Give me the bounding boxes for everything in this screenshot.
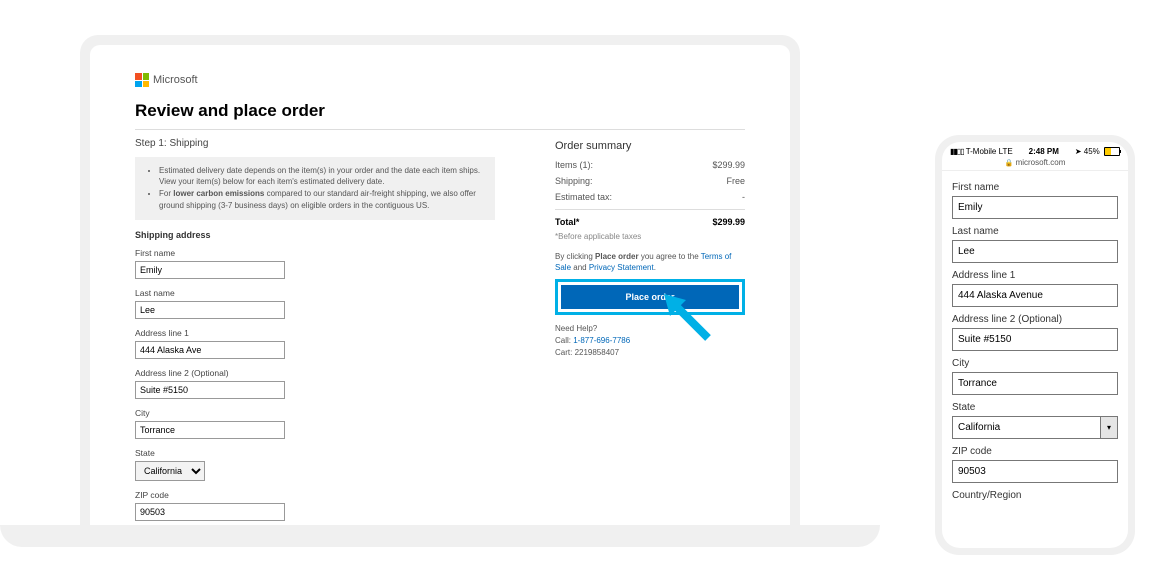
place-order-button[interactable]: Place order <box>561 285 739 309</box>
total-label: Total* <box>555 217 579 227</box>
m-state-dropdown-button[interactable]: ▾ <box>1100 416 1118 439</box>
m-first-name-label: First name <box>952 182 1118 193</box>
ship-label: Shipping: <box>555 176 593 186</box>
help-cart-label: Cart: <box>555 348 575 357</box>
left-column: Step 1: Shipping Estimated delivery date… <box>135 138 495 525</box>
field-addr1: Address line 1 <box>135 328 495 359</box>
place-order-highlight: Place order <box>555 279 745 315</box>
addr2-label: Address line 2 (Optional) <box>135 368 495 378</box>
laptop-screen: Microsoft Review and place order Step 1:… <box>80 35 800 525</box>
m-zip-label: ZIP code <box>952 446 1118 457</box>
m-zip-input[interactable] <box>952 460 1118 483</box>
address-bar[interactable]: 🔒 microsoft.com <box>942 158 1128 171</box>
m-country-label: Country/Region <box>952 490 1118 501</box>
nav-icon: ➤ <box>1075 147 1082 156</box>
step-label: Step 1: Shipping <box>135 138 495 149</box>
privacy-link[interactable]: Privacy Statement <box>589 263 654 272</box>
city-input[interactable] <box>135 421 285 439</box>
m-city-input[interactable] <box>952 372 1118 395</box>
m-last-name-label: Last name <box>952 226 1118 237</box>
help-phone-link[interactable]: 1-877-696-7786 <box>573 336 630 345</box>
tax-value: - <box>742 192 745 202</box>
chevron-down-icon: ▾ <box>1107 423 1111 432</box>
addr2-input[interactable] <box>135 381 285 399</box>
shipping-notice: Estimated delivery date depends on the i… <box>135 157 495 220</box>
tax-label: Estimated tax: <box>555 192 612 202</box>
help-cart-num: 2219858407 <box>575 348 620 357</box>
page-title: Review and place order <box>135 101 745 121</box>
field-zip: ZIP code <box>135 490 495 521</box>
state-select[interactable]: California <box>135 461 205 481</box>
ship-value: Free <box>726 176 745 186</box>
battery-percent: 45% <box>1084 147 1100 156</box>
phone-device: ▮▮▯▯ T-Mobile LTE 2:48 PM ➤ 45% 🔒 micros… <box>935 135 1135 555</box>
summary-divider <box>555 209 745 210</box>
last-name-label: Last name <box>135 288 495 298</box>
notice-bullet-1: Estimated delivery date depends on the i… <box>159 165 485 187</box>
carrier-label: ▮▮▯▯ T-Mobile LTE <box>950 147 1013 156</box>
help-call-label: Call: <box>555 336 573 345</box>
mobile-form: First name Last name Address line 1 Addr… <box>942 171 1128 501</box>
url-text: microsoft.com <box>1016 158 1066 167</box>
order-summary: Order summary Items (1): $299.99 Shipping… <box>555 138 745 525</box>
addr1-input[interactable] <box>135 341 285 359</box>
laptop-device: Microsoft Review and place order Step 1:… <box>0 35 880 575</box>
summary-title: Order summary <box>555 140 745 152</box>
m-first-name-input[interactable] <box>952 196 1118 219</box>
legal-text: By clicking Place order you agree to the… <box>555 251 745 273</box>
field-city: City <box>135 408 495 439</box>
last-name-input[interactable] <box>135 301 285 319</box>
zip-input[interactable] <box>135 503 285 521</box>
phone-screen: ▮▮▯▯ T-Mobile LTE 2:48 PM ➤ 45% 🔒 micros… <box>942 142 1128 548</box>
clock: 2:48 PM <box>1029 147 1059 156</box>
lock-icon: 🔒 <box>1005 160 1014 167</box>
battery-icon <box>1104 147 1120 156</box>
city-label: City <box>135 408 495 418</box>
m-state-label: State <box>952 402 1118 413</box>
m-addr1-input[interactable] <box>952 284 1118 307</box>
items-value: $299.99 <box>712 160 745 170</box>
state-label: State <box>135 448 495 458</box>
first-name-label: First name <box>135 248 495 258</box>
help-section: Need Help? Call: 1-877-696-7786 Cart: 22… <box>555 323 745 359</box>
m-state-input[interactable] <box>952 416 1100 439</box>
field-first-name: First name <box>135 248 495 279</box>
total-value: $299.99 <box>712 217 745 227</box>
field-addr2: Address line 2 (Optional) <box>135 368 495 399</box>
m-addr1-label: Address line 1 <box>952 270 1118 281</box>
field-state: State California <box>135 448 495 481</box>
m-last-name-input[interactable] <box>952 240 1118 263</box>
divider <box>135 129 745 130</box>
items-label: Items (1): <box>555 160 593 170</box>
first-name-input[interactable] <box>135 261 285 279</box>
battery-status: ➤ 45% <box>1075 147 1120 156</box>
m-city-label: City <box>952 358 1118 369</box>
brand-logo: Microsoft <box>135 73 745 87</box>
m-addr2-label: Address line 2 (Optional) <box>952 314 1118 325</box>
laptop-base <box>0 525 880 547</box>
notice-bullet-2: For lower carbon emissions compared to o… <box>159 188 485 210</box>
total-note: *Before applicable taxes <box>555 232 745 241</box>
brand-name: Microsoft <box>153 74 198 86</box>
field-last-name: Last name <box>135 288 495 319</box>
microsoft-logo-icon <box>135 73 149 87</box>
checkout-page: Microsoft Review and place order Step 1:… <box>90 45 790 525</box>
zip-label: ZIP code <box>135 490 495 500</box>
shipping-section-title: Shipping address <box>135 230 495 240</box>
signal-icon: ▮▮▯▯ <box>950 147 964 156</box>
status-bar: ▮▮▯▯ T-Mobile LTE 2:48 PM ➤ 45% <box>942 142 1128 158</box>
m-addr2-input[interactable] <box>952 328 1118 351</box>
help-title: Need Help? <box>555 323 745 335</box>
addr1-label: Address line 1 <box>135 328 495 338</box>
